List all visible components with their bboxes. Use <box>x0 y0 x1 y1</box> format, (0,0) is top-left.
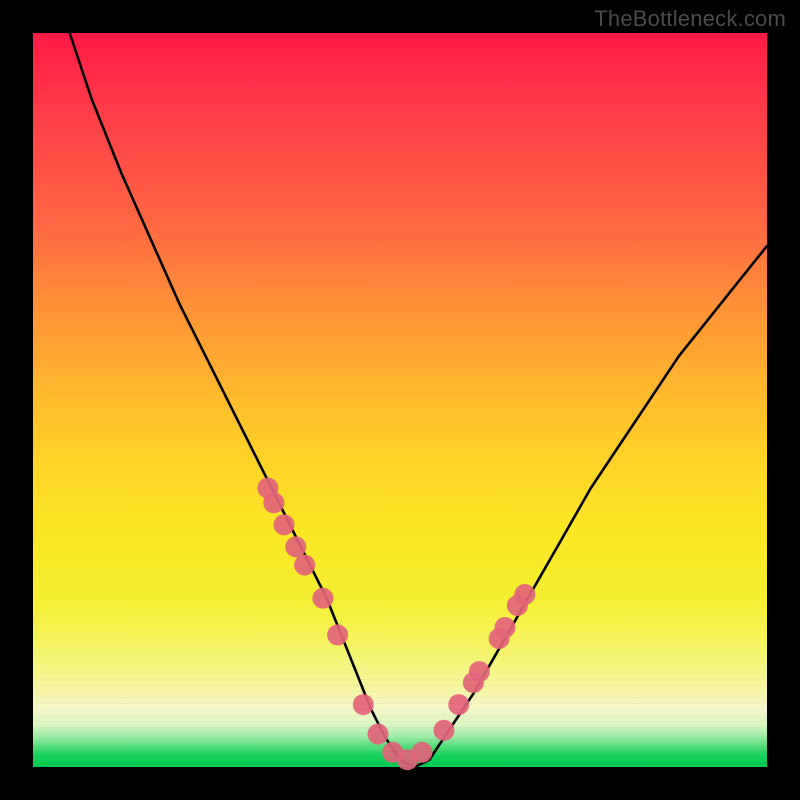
marker-dot <box>434 720 455 741</box>
marker-dot <box>448 694 469 715</box>
marker-dot <box>327 624 348 645</box>
chart-svg <box>33 33 767 767</box>
marker-dot <box>495 617 516 638</box>
marker-dot <box>469 661 490 682</box>
marker-dot <box>285 536 306 557</box>
marker-dot <box>353 694 374 715</box>
marker-dot <box>294 555 315 576</box>
marker-dot <box>274 514 295 535</box>
highlight-markers <box>257 478 535 771</box>
marker-dot <box>312 588 333 609</box>
watermark-text: TheBottleneck.com <box>594 6 786 32</box>
bottleneck-curve <box>70 33 767 767</box>
outer-frame: TheBottleneck.com <box>0 0 800 800</box>
plot-area <box>33 33 767 767</box>
marker-dot <box>368 724 389 745</box>
marker-dot <box>514 584 535 605</box>
marker-dot <box>263 492 284 513</box>
marker-dot <box>412 742 433 763</box>
